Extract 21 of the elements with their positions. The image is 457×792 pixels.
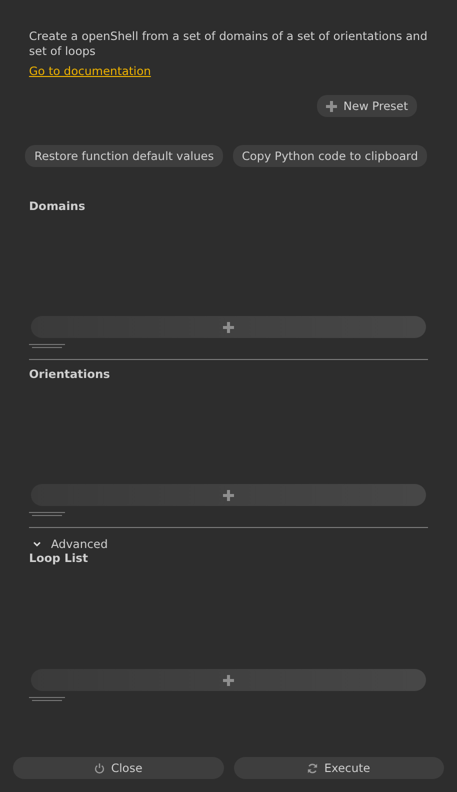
power-icon: [94, 762, 106, 774]
plus-icon: [223, 674, 234, 686]
section-label: Orientations: [29, 367, 112, 381]
section-label: Loop List: [29, 551, 89, 565]
action-button[interactable]: Restore function default values: [25, 145, 223, 167]
chevron-icon: [33, 540, 41, 548]
documentation-link[interactable]: Go to documentation: [29, 64, 151, 78]
action-button[interactable]: Copy Python code to clipboard: [232, 145, 427, 167]
resize-handle[interactable]: [29, 344, 65, 349]
plus-icon: [223, 490, 234, 500]
execute-button[interactable]: Execute: [234, 757, 444, 779]
resize-handle[interactable]: [29, 697, 65, 702]
refresh-icon: [307, 762, 318, 774]
plus-icon: [326, 100, 338, 112]
advanced-toggle[interactable]: Advanced: [29, 535, 108, 551]
description-text: Create a openShell from a set of domains of a set of orientations and set of loops: [29, 29, 428, 59]
plus-icon: [223, 322, 234, 332]
resize-handle[interactable]: [29, 512, 65, 517]
section-label: Domains: [29, 199, 86, 213]
close-button[interactable]: Close: [13, 757, 224, 779]
new-preset-button[interactable]: New Preset: [317, 95, 417, 117]
